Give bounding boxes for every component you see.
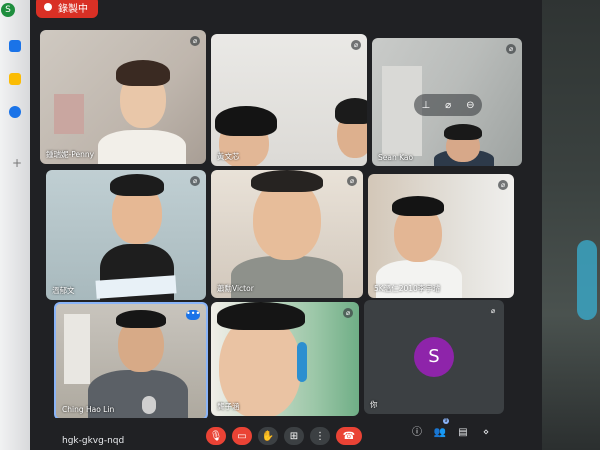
present-button[interactable]: ⊞ xyxy=(284,427,304,445)
headphones-object xyxy=(297,342,307,382)
add-app-icon[interactable]: + xyxy=(12,156,22,170)
recording-dot-icon xyxy=(44,3,52,11)
meeting-code: hgk-gkvg-nqd xyxy=(62,436,125,446)
activities-icon[interactable]: ⋄ xyxy=(479,426,493,440)
mic-off-icon: ⌀ xyxy=(498,180,508,190)
camera-toggle-button[interactable]: ▭ xyxy=(232,427,252,445)
participant-hair xyxy=(116,60,170,86)
people-icon[interactable]: 👥 xyxy=(433,426,447,440)
participant-tile[interactable]: ⌀ 鍾瑞妮-Penny xyxy=(40,30,206,164)
mic-off-icon: ⌀ xyxy=(190,176,200,186)
chat-icon[interactable]: ▤ xyxy=(456,426,470,440)
participant-body xyxy=(98,130,186,164)
participant-tile-active[interactable]: ••• Ching Hao Lin xyxy=(54,302,208,420)
participant-hair xyxy=(110,174,164,196)
raise-hand-button[interactable]: ✋ xyxy=(258,427,278,445)
present-icon: ⊞ xyxy=(289,430,299,442)
participant-tile[interactable]: ⌀ 5K溫仁2010李宇璿 xyxy=(368,174,514,298)
participant-tile[interactable]: ⌀ 龔子涵 xyxy=(211,302,359,416)
participant-tile[interactable]: ⌀ 黃文芯 xyxy=(211,34,367,166)
participant-name: 你 xyxy=(370,400,378,409)
more-options-icon[interactable]: ••• xyxy=(186,310,200,320)
tile-hover-controls: ⊥ ⌀ ⊖ xyxy=(414,94,482,116)
tasks-icon[interactable] xyxy=(9,106,21,118)
account-avatar[interactable]: S xyxy=(1,3,15,17)
mic-off-icon: ⌀ xyxy=(488,306,498,316)
participant-name: 龔子涵 xyxy=(217,402,240,411)
self-avatar: S xyxy=(414,337,454,377)
background-object xyxy=(64,314,90,384)
participant-tile[interactable]: ⌀ 溫郁文 xyxy=(46,170,206,300)
recording-badge: 錄製中 xyxy=(36,0,98,18)
participant-name: Ching Hao Lin xyxy=(62,405,115,414)
background-room xyxy=(540,0,600,450)
keep-icon[interactable] xyxy=(9,73,21,85)
raise-hand-icon: ✋ xyxy=(261,430,275,442)
mic-off-icon: ⌀ xyxy=(351,40,361,50)
participant-tile[interactable]: ⌀ 蕭勳Victor xyxy=(211,170,363,298)
end-call-button[interactable]: ☎ xyxy=(336,427,362,445)
participant-hair xyxy=(251,170,323,192)
info-icon[interactable]: ⓘ xyxy=(410,426,424,440)
participant-hair xyxy=(116,310,166,328)
background-object xyxy=(54,94,84,134)
more-options-button[interactable]: ⋮ xyxy=(310,427,330,445)
apps-sidebar: S + xyxy=(0,0,30,450)
participant-name: 蕭勳Victor xyxy=(217,284,254,293)
participant-name: Sean Kao xyxy=(378,153,414,162)
recording-label: 錄製中 xyxy=(58,3,88,15)
participant-name: 黃文芯 xyxy=(217,152,240,161)
mute-participant-icon[interactable]: ⌀ xyxy=(445,100,451,111)
more-options-icon: ⋮ xyxy=(315,430,325,442)
mic-off-icon: ⌀ xyxy=(347,176,357,186)
calendar-icon[interactable] xyxy=(9,40,21,52)
camera-off-icon: ▭ xyxy=(237,430,247,442)
participant-hair-secondary xyxy=(335,98,367,124)
microphone-object xyxy=(142,396,156,414)
mic-off-icon: ⌀ xyxy=(190,36,200,46)
participant-hair xyxy=(217,302,305,330)
remove-icon[interactable]: ⊖ xyxy=(466,100,474,111)
participant-name: 5K溫仁2010李宇璿 xyxy=(374,284,441,293)
mic-off-icon: 🎙 xyxy=(209,430,223,442)
participant-name: 鍾瑞妮-Penny xyxy=(46,150,95,159)
mic-off-icon: ⌀ xyxy=(343,308,353,318)
end-call-icon: ☎ xyxy=(342,430,356,442)
mic-off-icon: ⌀ xyxy=(506,44,516,54)
participant-hair xyxy=(392,196,444,216)
pin-icon[interactable]: ⊥ xyxy=(421,100,430,111)
participant-name: 溫郁文 xyxy=(52,286,75,295)
desk-object xyxy=(577,240,597,320)
people-count-badge: 9 xyxy=(443,418,449,424)
mic-toggle-button[interactable]: 🎙 xyxy=(206,427,226,445)
participant-hair xyxy=(444,124,482,140)
participant-hair xyxy=(215,106,277,136)
